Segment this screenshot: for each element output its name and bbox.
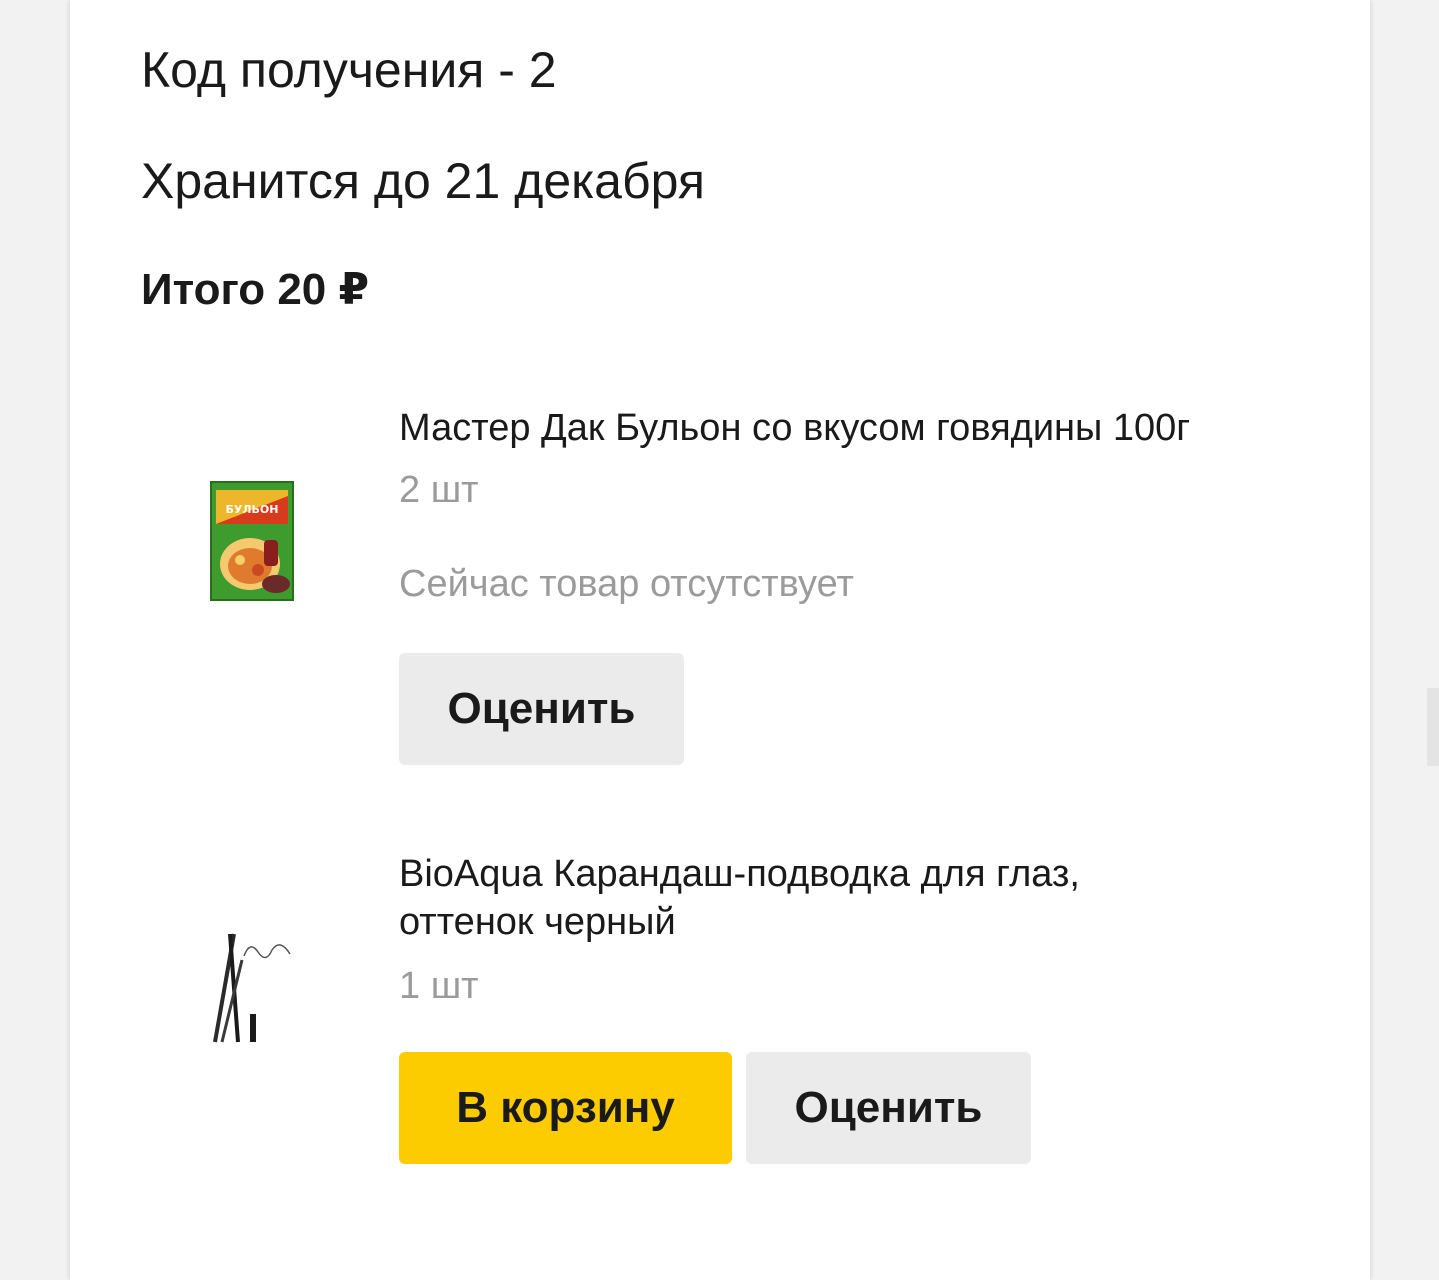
broth-packet-icon: БУЛЬОН — [210, 481, 294, 601]
rate-button[interactable]: Оценить — [746, 1052, 1031, 1164]
product-quantity: 2 шт — [399, 469, 479, 511]
product-name-line[interactable]: оттенок черный — [399, 898, 676, 946]
product-image[interactable] — [210, 930, 300, 1050]
order-total: Итого 20 ₽ — [141, 265, 370, 314]
product-name-line[interactable]: BioAqua Карандаш-подводка для глаз, — [399, 850, 1080, 898]
order-card: Код получения - 2 Хранится до 21 декабря… — [70, 0, 1370, 1280]
availability-status: Сейчас товар отсутствует — [399, 563, 854, 605]
add-to-cart-button[interactable]: В корзину — [399, 1052, 732, 1164]
storage-deadline: Хранится до 21 декабря — [141, 153, 705, 209]
rate-button[interactable]: Оценить — [399, 653, 684, 765]
product-image[interactable]: БУЛЬОН — [210, 480, 294, 602]
side-panel-edge[interactable] — [1427, 688, 1439, 766]
pickup-code: Код получения - 2 — [141, 42, 557, 98]
eyeliner-pencil-icon — [213, 933, 291, 1043]
product-quantity: 1 шт — [399, 965, 479, 1007]
product-name[interactable]: Мастер Дак Бульон со вкусом говядины 100… — [399, 404, 1190, 452]
svg-text:БУЛЬОН: БУЛЬОН — [226, 503, 279, 516]
